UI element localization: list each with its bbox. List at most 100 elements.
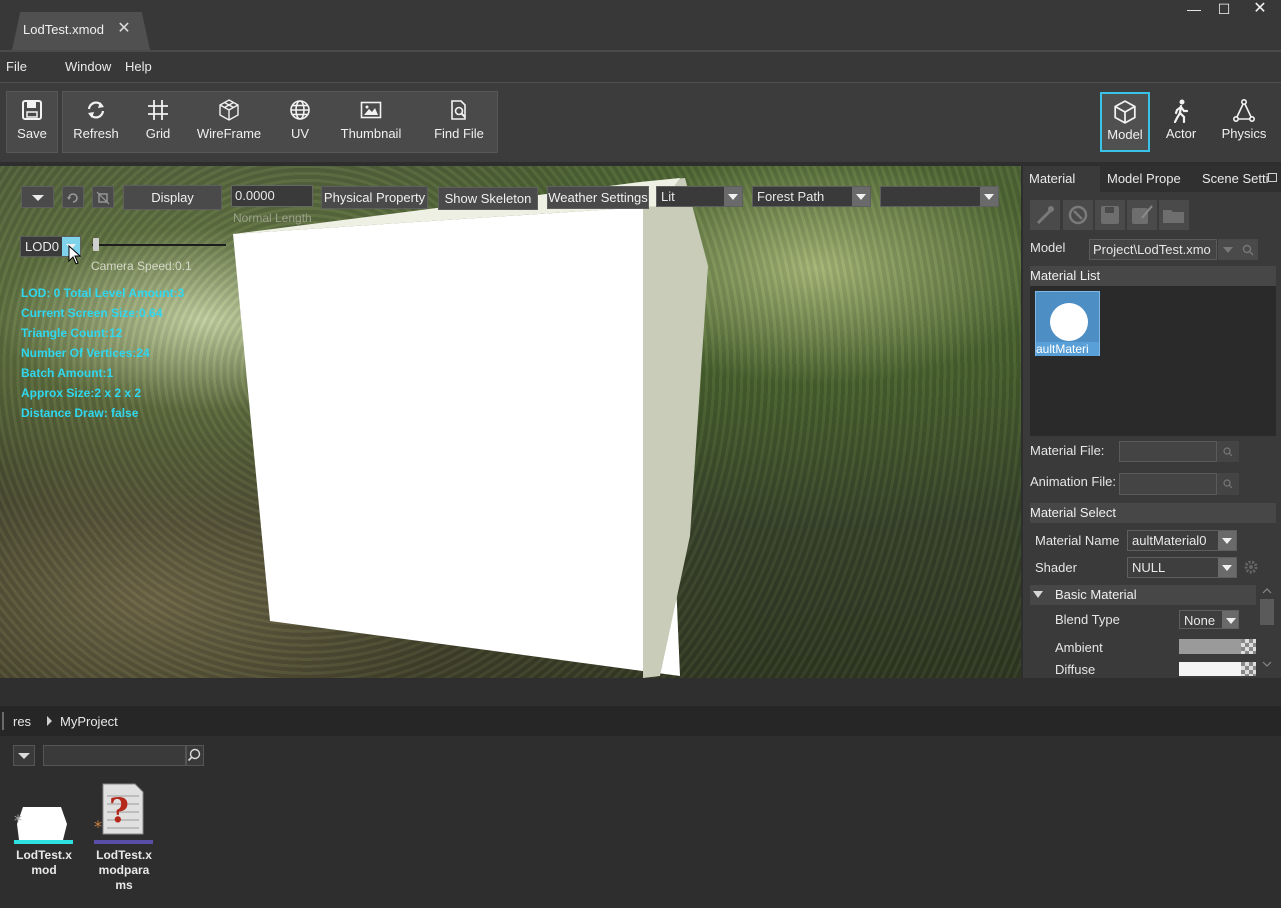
- menu-help[interactable]: Help: [125, 59, 152, 74]
- ambient-color-swatch[interactable]: [1179, 639, 1241, 654]
- ambient-label: Ambient: [1055, 640, 1103, 655]
- asset-name: LodTest.x mod: [16, 848, 72, 877]
- environment-value: Forest Path: [757, 189, 825, 204]
- wireframe-button[interactable]: WireFrame: [194, 93, 264, 151]
- actor-mode-button[interactable]: Actor: [1156, 93, 1206, 151]
- search-icon: [187, 748, 201, 762]
- asset-item-lodtest-xmod[interactable]: * LodTest.x mod: [13, 784, 75, 904]
- chevron-right-icon: [47, 716, 52, 726]
- tab-model-properties[interactable]: Model Prope: [1107, 171, 1181, 186]
- basic-material-header[interactable]: Basic Material: [1030, 585, 1256, 605]
- refresh-icon: [87, 101, 105, 119]
- blend-type-value: None: [1184, 613, 1216, 628]
- unknown-file-icon: ?*: [94, 783, 144, 836]
- property-scrollbar[interactable]: [1258, 585, 1276, 675]
- cube-icon: [1114, 100, 1136, 124]
- grid-label: Grid: [145, 126, 171, 141]
- material-name-select[interactable]: aultMaterial0: [1127, 530, 1237, 551]
- diffuse-alpha-swatch[interactable]: [1241, 662, 1256, 676]
- show-skeleton-button[interactable]: Show Skeleton: [438, 187, 538, 210]
- animation-file-field[interactable]: [1119, 473, 1217, 495]
- model-path-dropdown[interactable]: [1218, 239, 1238, 260]
- collapse-arrow-icon: [1033, 591, 1043, 598]
- material-file-search[interactable]: [1217, 441, 1239, 462]
- weather-settings-button[interactable]: Weather Settings: [547, 186, 649, 209]
- eyedropper-button[interactable]: [1030, 200, 1060, 230]
- thumbnail-button[interactable]: Thumbnail: [336, 93, 406, 151]
- diffuse-color-swatch[interactable]: [1179, 662, 1241, 676]
- physical-property-button[interactable]: Physical Property: [321, 186, 428, 209]
- tab-close-icon[interactable]: ✕: [116, 21, 132, 37]
- open-folder-button[interactable]: [1159, 200, 1189, 230]
- fit-view-button[interactable]: [92, 186, 114, 208]
- uv-button[interactable]: UV: [274, 93, 326, 151]
- chevron-down-icon: [1218, 531, 1236, 550]
- breadcrumb-myproject[interactable]: MyProject: [60, 714, 118, 729]
- animation-file-search[interactable]: [1217, 473, 1239, 495]
- find-file-button[interactable]: Find File: [424, 93, 494, 151]
- camera-speed-slider[interactable]: [92, 244, 226, 246]
- save-material-button[interactable]: [1095, 200, 1125, 230]
- model-path-field[interactable]: Project\LodTest.xmo: [1089, 239, 1217, 260]
- scrollbar-thumb[interactable]: [1260, 599, 1274, 625]
- grid-button[interactable]: Grid: [132, 93, 184, 151]
- tab-material-label[interactable]: Material: [1029, 171, 1075, 186]
- stat-approx-size: Approx Size:2 x 2 x 2: [21, 386, 142, 400]
- lod-value: LOD0: [25, 239, 59, 254]
- menu-file[interactable]: File: [6, 59, 27, 74]
- minimize-button[interactable]: —: [1180, 0, 1208, 18]
- save-as-material-button[interactable]: [1127, 200, 1157, 230]
- asset-search-button[interactable]: [186, 745, 204, 766]
- close-window-button[interactable]: ✕: [1246, 0, 1274, 18]
- folder-icon: [1163, 210, 1184, 223]
- blend-type-select[interactable]: None: [1179, 610, 1239, 629]
- mouse-cursor-icon: [68, 245, 82, 265]
- normal-length-input[interactable]: 0.0000: [231, 185, 313, 207]
- blend-type-label: Blend Type: [1055, 612, 1120, 627]
- gear-icon[interactable]: [1243, 559, 1259, 575]
- filter-dropdown[interactable]: [13, 745, 35, 766]
- tab-scene-settings[interactable]: Scene Setti: [1202, 171, 1269, 186]
- shader-select[interactable]: NULL: [1127, 557, 1237, 578]
- image-icon: [360, 101, 382, 119]
- search-icon: [1223, 479, 1233, 489]
- environment-select[interactable]: Forest Path: [752, 186, 871, 207]
- material-thumbnail[interactable]: aultMateri: [1035, 291, 1100, 356]
- scroll-up-icon[interactable]: [1262, 588, 1272, 594]
- refresh-label: Refresh: [73, 126, 119, 141]
- asset-name: LodTest.x modpara ms: [96, 848, 152, 892]
- scroll-down-icon[interactable]: [1262, 661, 1272, 667]
- camera-speed-slider-handle[interactable]: [93, 238, 99, 251]
- ambient-alpha-swatch[interactable]: [1241, 639, 1256, 654]
- material-file-field[interactable]: [1119, 441, 1217, 462]
- chevron-down-icon: [1223, 247, 1233, 253]
- lighting-mode-select[interactable]: Lit: [656, 186, 743, 207]
- extra-select[interactable]: [880, 186, 999, 207]
- asset-item-lodtest-xmodparams[interactable]: ? * LodTest.x modpara ms: [93, 782, 155, 902]
- reload-material-button[interactable]: [1063, 200, 1093, 230]
- viewport-menu-dropdown[interactable]: [21, 186, 54, 208]
- physics-mode-button[interactable]: Physics: [1214, 93, 1274, 151]
- diffuse-label: Diffuse: [1055, 662, 1096, 676]
- panel-splitter[interactable]: [0, 678, 1281, 706]
- model-path-search[interactable]: [1238, 239, 1258, 260]
- reset-camera-button[interactable]: [62, 186, 84, 208]
- menu-window[interactable]: Window: [65, 59, 111, 74]
- refresh-button[interactable]: Refresh: [66, 93, 126, 151]
- display-button[interactable]: Display: [123, 185, 222, 210]
- model-file-icon: *: [14, 807, 67, 840]
- chevron-down-icon: [980, 187, 998, 206]
- basic-material-title: Basic Material: [1055, 587, 1137, 602]
- scene-viewport[interactable]: [0, 166, 1021, 678]
- material-select-header: Material Select: [1030, 503, 1276, 523]
- asset-search-input[interactable]: [43, 745, 186, 766]
- stat-triangle-count: Triangle Count:12: [21, 326, 123, 340]
- maximize-button[interactable]: ☐: [1210, 0, 1238, 18]
- panel-undock-icon[interactable]: [1268, 173, 1277, 182]
- breadcrumb-root[interactable]: res: [13, 714, 31, 729]
- material-list-title: Material List: [1030, 268, 1101, 283]
- save-button[interactable]: Save: [8, 93, 56, 151]
- material-file-label: Material File:: [1030, 443, 1105, 458]
- model-mode-button[interactable]: Model: [1100, 92, 1150, 152]
- document-tab-label: LodTest.xmod: [23, 22, 104, 37]
